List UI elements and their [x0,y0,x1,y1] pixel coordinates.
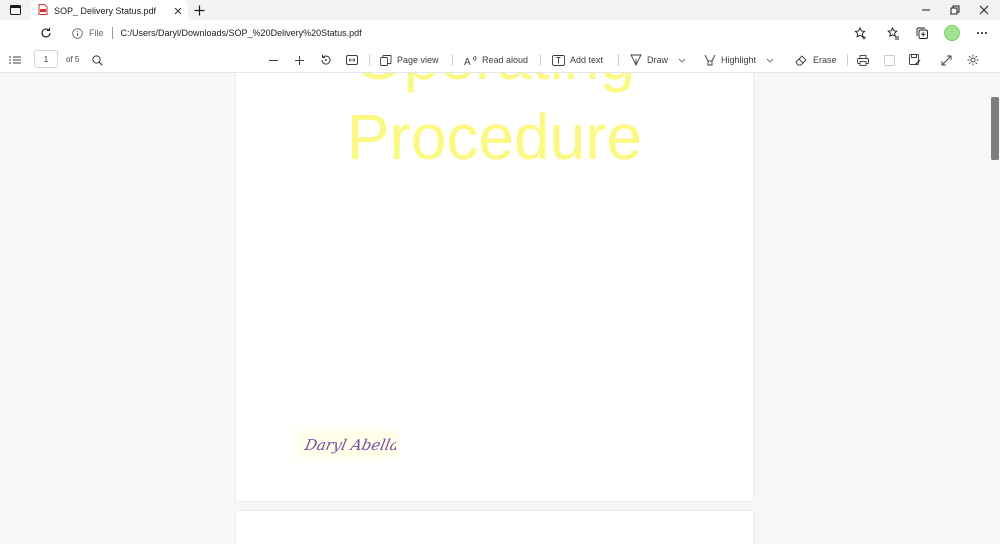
chevron-down-icon [766,58,774,63]
save-button[interactable] [884,51,895,69]
favorites-icon [886,26,899,39]
info-icon [72,27,83,39]
add-text-button[interactable]: Add text [552,51,603,69]
tab-bar: SOP_ Delivery Status.pdf [0,0,1000,21]
print-button[interactable] [857,51,869,69]
highlighter-icon [704,54,716,66]
table-of-contents-icon [9,56,21,64]
favorites-button[interactable] [885,25,901,41]
save-as-button[interactable] [909,51,921,69]
read-aloud-icon: A [464,55,477,66]
print-icon [857,54,869,66]
toolbar-divider [847,54,848,66]
eraser-icon [795,55,807,66]
zoom-out-button[interactable] [268,51,279,69]
draw-label: Draw [647,55,669,65]
more-options-button[interactable] [974,25,990,41]
close-window-button[interactable] [969,0,999,20]
profile-avatar[interactable] [944,25,960,41]
pdf-page-2 [236,511,753,544]
tab-title: SOP_ Delivery Status.pdf [54,5,157,16]
zoom-in-button[interactable] [294,51,305,69]
toolbar-divider [369,54,370,66]
svg-text:A: A [464,57,471,66]
close-tab-icon[interactable] [171,4,185,18]
minimize-button[interactable] [911,0,941,20]
rotate-button[interactable] [320,51,332,69]
tab-actions-icon [9,5,21,15]
add-text-label: Add text [570,55,604,65]
read-aloud-label: Read aloud [482,55,529,65]
refresh-button[interactable] [38,25,54,41]
minimize-icon [922,9,930,11]
save-as-icon [909,54,921,65]
collections-icon [916,27,928,39]
full-screen-button[interactable] [941,51,952,69]
address-bar: File C:/Users/Daryl/Downloads/SOP_%20Del… [0,20,1000,46]
save-icon [884,54,895,66]
signature-image: Daryl Abella [298,429,398,459]
chevron-down-icon [678,58,686,63]
fit-to-width-button[interactable] [346,51,358,69]
pdf-toolbar: 1 of 5 Page view A Read aloud Add text D… [0,46,1000,73]
page-number-input[interactable]: 1 [34,50,58,68]
close-icon [979,5,989,15]
fit-width-icon [346,55,358,65]
expand-icon [941,55,952,65]
pdf-file-icon [38,2,48,20]
url-text[interactable]: C:/Users/Daryl/Downloads/SOP_%20Delivery… [121,28,362,38]
settings-button[interactable] [967,51,979,69]
page-view-icon [380,54,392,66]
rotate-icon [321,54,331,65]
url-separator [111,27,113,39]
scroll-thumb[interactable] [991,97,999,160]
find-button[interactable] [92,51,103,69]
draw-pen-icon [630,54,642,66]
tab-actions-button[interactable] [4,2,26,18]
highlight-label: Highlight [721,55,757,65]
plus-icon [295,55,304,65]
restore-icon [950,5,960,15]
toolbar-divider [540,54,541,66]
pdf-viewer[interactable]: Operating Procedure Daryl Abella [0,73,989,544]
minus-icon [269,59,278,61]
page-total-label: of 5 [66,55,80,64]
svg-text:Daryl Abella: Daryl Abella [302,436,396,454]
contents-button[interactable] [9,51,21,69]
erase-button[interactable]: Erase [795,51,837,69]
signature-drawing: Daryl Abella [302,436,396,454]
pdf-page-1: Operating Procedure Daryl Abella [236,73,753,501]
erase-label: Erase [813,55,837,65]
highlight-button[interactable]: Highlight [704,51,774,69]
new-tab-button[interactable] [190,2,208,18]
page-view-button[interactable]: Page view [380,51,439,69]
page-view-label: Page view [397,55,439,65]
refresh-icon [41,27,51,38]
toolbar-divider [452,54,453,66]
more-icon [977,32,987,34]
toolbar-divider [618,54,619,66]
restore-button[interactable] [940,0,970,20]
add-favorite-button[interactable] [852,25,868,41]
collections-button[interactable] [914,25,930,41]
gear-icon [967,54,979,66]
read-aloud-button[interactable]: A Read aloud [464,51,528,69]
document-title-line-1: Operating [236,73,753,89]
active-tab[interactable]: SOP_ Delivery Status.pdf [31,0,188,21]
url-field[interactable]: File C:/Users/Daryl/Downloads/SOP_%20Del… [72,24,852,42]
vertical-scrollbar[interactable] [989,73,1000,544]
plus-icon [194,5,204,15]
document-title-line-2: Procedure [346,101,643,173]
star-add-icon [853,26,866,39]
search-icon [92,54,103,66]
url-scheme-label: File [89,28,104,38]
draw-button[interactable]: Draw [630,51,686,69]
add-text-icon [552,54,565,66]
